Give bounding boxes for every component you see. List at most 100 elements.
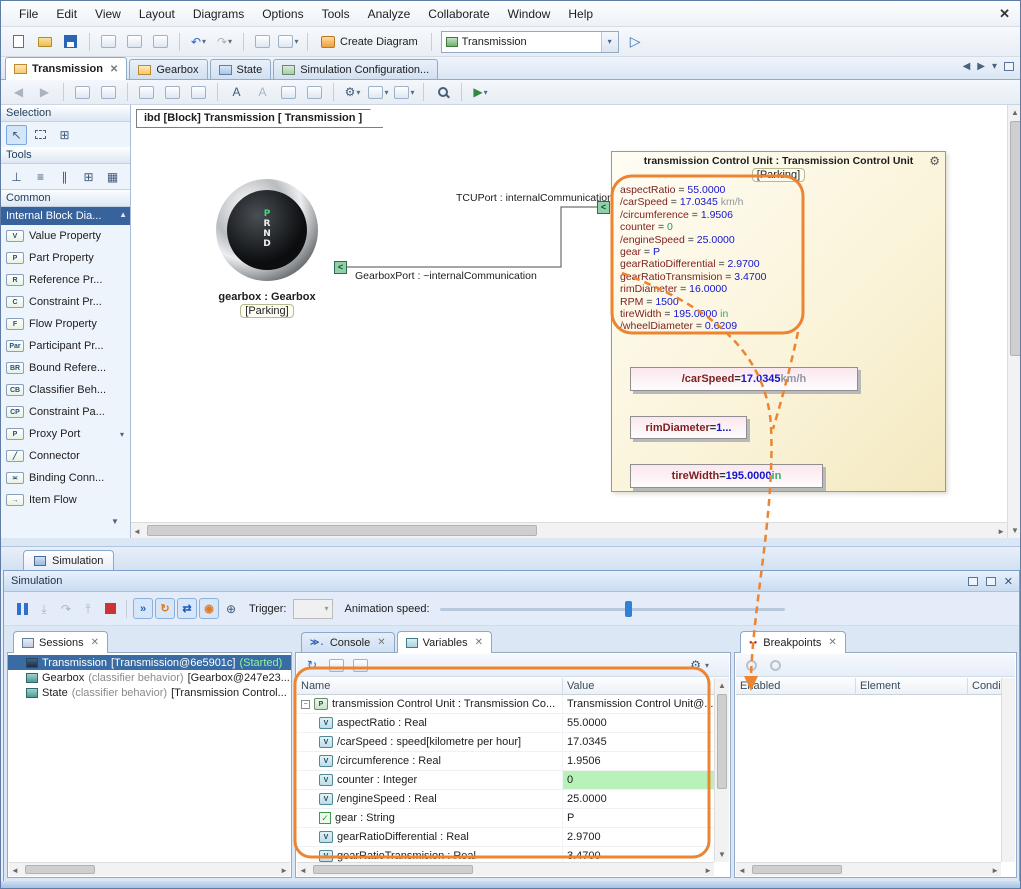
watch-button[interactable] (350, 655, 370, 676)
remote-connection-button[interactable]: ⊕ (221, 598, 241, 619)
scroll-thumb[interactable] (25, 865, 95, 874)
draw-shape-button[interactable] (303, 81, 326, 104)
breakpoints-vertical-scrollbar[interactable] (1001, 678, 1015, 862)
scroll-down-icon[interactable]: ▼ (718, 850, 726, 859)
zoom-button[interactable] (431, 81, 454, 104)
session-item[interactable]: Gearbox(classifier behavior) [Gearbox@24… (8, 670, 291, 685)
palette-item-internal-block-diagram[interactable]: Internal Block Dia... ▲ (1, 207, 130, 225)
column-header-value[interactable]: Value (563, 678, 714, 694)
scroll-right-icon[interactable]: ► (997, 527, 1005, 536)
refresh-button[interactable]: ↻ (302, 655, 322, 676)
swimlane-tool-button[interactable]: ⊞ (78, 167, 99, 187)
tab-close-icon[interactable]: ✕ (475, 637, 483, 648)
tab-close-icon[interactable]: ✕ (828, 637, 836, 648)
menu-item-edit[interactable]: Edit (48, 3, 85, 25)
align-tool-button[interactable]: ≡ (30, 167, 51, 187)
pin-window-icon[interactable] (986, 577, 996, 586)
tab-scroll-right-icon[interactable]: ▶ (977, 61, 985, 72)
palette-item-constraint-pr[interactable]: CConstraint Pr... (1, 291, 130, 313)
variables-row[interactable]: VgearRatioDifferential : Real2.9700 (297, 828, 714, 847)
tab-console[interactable]: ≫. Console ✕ (301, 632, 395, 652)
print-preview-button[interactable] (123, 30, 146, 53)
rimdiameter-callout[interactable]: rimDiameter = 1... (630, 416, 747, 439)
run-button[interactable]: ▶▾ (469, 81, 492, 104)
menu-item-help[interactable]: Help (560, 3, 601, 25)
palette-item-part-property[interactable]: PPart Property (1, 247, 130, 269)
gearbox-port[interactable]: < (334, 261, 347, 274)
run-simulation-button[interactable]: ▷ (622, 30, 645, 53)
tirewidth-callout[interactable]: tireWidth = 195.0000 in (630, 464, 823, 488)
checkbox-checked-icon[interactable]: ✓ (319, 812, 331, 824)
tab-close-icon[interactable]: ✕ (91, 637, 99, 648)
navigate-back-button[interactable]: ◀ (7, 81, 30, 104)
chevron-down-icon[interactable]: ▾ (705, 661, 709, 670)
marquee-tool-button[interactable] (30, 125, 51, 145)
save-button[interactable] (59, 30, 82, 53)
menu-item-file[interactable]: File (11, 3, 46, 25)
tab-variables[interactable]: Variables ✕ (397, 631, 492, 653)
slider-thumb[interactable] (625, 601, 632, 617)
chevron-down-icon[interactable]: ▾ (228, 37, 232, 46)
menu-item-view[interactable]: View (87, 3, 129, 25)
close-window-icon[interactable]: ✕ (1004, 575, 1013, 588)
palette-scroll-up-icon[interactable]: ▲ (119, 210, 127, 219)
variables-row[interactable]: VaspectRatio : Real55.0000 (297, 714, 714, 733)
grid-button[interactable]: ▾ (393, 81, 416, 104)
scroll-right-icon[interactable]: ► (991, 866, 999, 875)
distribute-tool-button[interactable]: ∥ (54, 167, 75, 187)
text-style-alt-button[interactable]: A (251, 81, 274, 104)
palette-item-flow-property[interactable]: FFlow Property (1, 313, 130, 335)
scroll-left-icon[interactable]: ◄ (738, 866, 746, 875)
run-fast-toggle[interactable]: » (133, 598, 153, 619)
session-item[interactable]: Transmission [Transmission@6e5901c] (Sta… (8, 655, 291, 670)
variables-row[interactable]: V/engineSpeed : Real25.0000 (297, 790, 714, 809)
tab-scroll-left-icon[interactable]: ◀ (963, 61, 971, 72)
chevron-down-icon[interactable]: ▾ (484, 88, 488, 97)
scroll-thumb[interactable] (147, 525, 537, 536)
variables-row[interactable]: V/circumference : Real1.9506 (297, 752, 714, 771)
tab-close-icon[interactable]: ✕ (377, 637, 385, 648)
tcu-part-block[interactable]: transmission Control Unit : Transmission… (611, 151, 946, 492)
palette-scroll-down-icon[interactable]: ▼ (111, 517, 119, 526)
step-over-button[interactable]: ↷ (56, 598, 76, 619)
menu-item-diagrams[interactable]: Diagrams (185, 3, 252, 25)
scroll-thumb[interactable] (752, 865, 842, 874)
containment-tree-button[interactable] (71, 81, 94, 104)
column-header-enabled[interactable]: Enabled (736, 678, 856, 694)
chevron-down-icon[interactable]: ▾ (120, 430, 124, 439)
record-toggle[interactable]: ◉ (199, 598, 219, 619)
scroll-thumb[interactable] (313, 865, 473, 874)
scroll-left-icon[interactable]: ◄ (11, 866, 19, 875)
tab-close-icon[interactable]: ✕ (110, 64, 118, 75)
gearbox-part-image[interactable]: PRND (216, 179, 318, 281)
undo-button[interactable]: ↶▾ (187, 30, 210, 53)
tab-sessions[interactable]: Sessions ✕ (13, 631, 108, 653)
scroll-up-icon[interactable]: ▲ (718, 681, 726, 690)
step-into-button[interactable]: ⤓ (34, 598, 54, 619)
lock-diagram-button[interactable] (135, 81, 158, 104)
column-header-condition[interactable]: Condition (968, 678, 1001, 694)
carspeed-callout[interactable]: /carSpeed = 17.0345 km/h (630, 367, 858, 391)
scroll-left-icon[interactable]: ◄ (133, 527, 141, 536)
scroll-down-icon[interactable]: ▼ (1011, 526, 1019, 535)
validate-button[interactable] (251, 30, 274, 53)
show-elements-button[interactable] (97, 81, 120, 104)
breakpoints-horizontal-scrollbar[interactable]: ◄ ► (736, 862, 1001, 876)
text-style-button[interactable]: A (225, 81, 248, 104)
palette-item-item-flow[interactable]: →Item Flow (1, 489, 130, 511)
variables-row[interactable]: V/carSpeed : speed[kilometre per hour]17… (297, 733, 714, 752)
menu-item-analyze[interactable]: Analyze (360, 3, 419, 25)
chevron-down-icon[interactable]: ▾ (294, 37, 298, 46)
create-diagram-button[interactable]: Create Diagram (315, 34, 424, 50)
animation-speed-slider[interactable] (440, 599, 785, 619)
simulation-config-combobox[interactable]: Transmission ▾ (441, 31, 619, 53)
tab-gearbox[interactable]: Gearbox (129, 59, 207, 79)
combo-dropdown-icon[interactable]: ▾ (601, 32, 618, 52)
menu-item-layout[interactable]: Layout (131, 3, 183, 25)
auto-start-toggle[interactable]: ↻ (155, 598, 175, 619)
paste-button[interactable] (187, 81, 210, 104)
variables-vertical-scrollbar[interactable]: ▲ ▼ (714, 678, 729, 862)
chevron-down-icon[interactable]: ▾ (384, 88, 388, 97)
float-window-icon[interactable] (968, 577, 978, 586)
menu-item-window[interactable]: Window (500, 3, 559, 25)
